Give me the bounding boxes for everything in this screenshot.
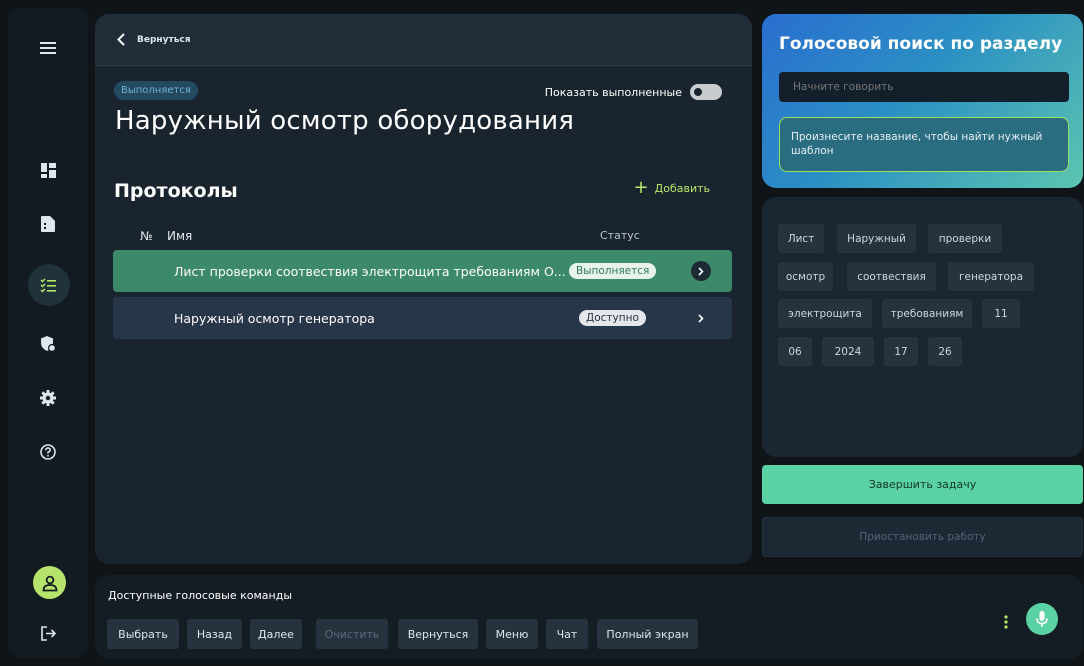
menu-icon[interactable] <box>8 28 88 68</box>
task-status-badge: Выполняется <box>114 81 198 100</box>
user-avatar[interactable] <box>33 566 66 599</box>
chevron-right-icon <box>698 266 704 276</box>
logout-icon[interactable] <box>8 613 88 653</box>
command-menu-button[interactable]: Меню <box>486 619 538 649</box>
sidebar <box>8 8 88 658</box>
command-chat-button[interactable]: Чат <box>546 619 588 649</box>
microphone-button[interactable] <box>1026 603 1058 635</box>
more-options-button[interactable] <box>999 611 1013 633</box>
protocol-status-badge: Выполняется <box>569 263 657 279</box>
column-header-name: Имя <box>167 229 193 243</box>
chevron-left-icon <box>117 33 125 46</box>
protocol-name: Наружный осмотр генератора <box>174 310 375 326</box>
open-protocol-button[interactable] <box>691 261 711 281</box>
voice-search-hint: Произнесите название, чтобы найти нужный… <box>779 117 1069 172</box>
microphone-icon <box>1036 610 1048 627</box>
voice-commands-bar: Доступные голосовые команды Выбрать Наза… <box>95 575 1083 659</box>
top-bar: Вернуться <box>95 14 752 66</box>
command-fullscreen-button[interactable]: Полный экран <box>597 619 698 649</box>
command-select-button[interactable]: Выбрать <box>107 619 179 649</box>
command-next-button[interactable]: Далее <box>250 619 302 649</box>
open-protocol-button[interactable] <box>691 308 711 328</box>
keyword-tag[interactable]: электрощита <box>778 299 872 328</box>
keyword-tags-panel: Лист Наружный проверки осмотр соотвестви… <box>762 197 1083 457</box>
voice-search-title: Голосовой поиск по разделу <box>779 34 1063 54</box>
document-icon[interactable] <box>8 204 88 244</box>
add-protocol-label: Добавить <box>654 181 710 195</box>
command-return-button[interactable]: Вернуться <box>398 619 478 649</box>
chevron-right-icon <box>698 313 704 323</box>
back-button[interactable]: Вернуться <box>117 33 191 46</box>
protocols-title: Протоколы <box>114 180 238 202</box>
keyword-tag[interactable]: генератора <box>948 262 1034 291</box>
keyword-tag[interactable]: проверки <box>928 224 1002 253</box>
finish-task-button[interactable]: Завершить задачу <box>762 465 1083 504</box>
keyword-tag[interactable]: 26 <box>928 337 962 366</box>
dashboard-icon[interactable] <box>8 150 88 190</box>
pause-work-button[interactable]: Приостановить работу <box>762 517 1083 557</box>
add-protocol-button[interactable]: + Добавить <box>634 179 710 197</box>
column-header-number: № <box>140 229 153 243</box>
back-button-label: Вернуться <box>137 34 191 45</box>
keyword-tag[interactable]: Наружный <box>837 224 916 253</box>
user-icon <box>42 575 57 591</box>
show-done-toggle[interactable] <box>690 84 722 100</box>
keyword-tag[interactable]: 06 <box>778 337 812 366</box>
keyword-tag[interactable]: 2024 <box>822 337 874 366</box>
more-vertical-icon <box>1004 615 1008 629</box>
column-header-status: Статус <box>600 229 640 242</box>
shield-icon[interactable] <box>8 324 88 364</box>
page-title: Наружный осмотр оборудования <box>115 106 575 136</box>
keyword-tag[interactable]: осмотр <box>778 262 833 291</box>
help-icon[interactable] <box>8 432 88 472</box>
protocol-row[interactable]: Наружный осмотр генератора Доступно <box>113 297 732 339</box>
keyword-tag[interactable]: 11 <box>982 299 1020 328</box>
command-back-button[interactable]: Назад <box>187 619 242 649</box>
show-done-control: Показать выполненные <box>545 84 722 100</box>
protocol-status-badge: Доступно <box>579 310 646 326</box>
gear-icon[interactable] <box>8 378 88 418</box>
main-panel: Вернуться Выполняется Наружный осмотр об… <box>95 14 752 564</box>
voice-search-input[interactable] <box>779 72 1069 102</box>
keyword-tag[interactable]: Лист <box>778 224 824 253</box>
keyword-tag[interactable]: требованиям <box>882 299 972 328</box>
keyword-tag[interactable]: соотвествия <box>847 262 936 291</box>
plus-icon: + <box>633 177 649 198</box>
protocol-name: Лист проверки соотвествия электрощита тр… <box>174 263 566 279</box>
voice-commands-title: Доступные голосовые команды <box>108 589 292 602</box>
show-done-label: Показать выполненные <box>544 85 682 99</box>
command-clear-button[interactable]: Очистить <box>316 619 388 649</box>
protocol-row[interactable]: Лист проверки соотвествия электрощита тр… <box>113 250 732 292</box>
keyword-tag[interactable]: 17 <box>884 337 918 366</box>
voice-search-panel: Голосовой поиск по разделу Произнесите н… <box>762 14 1083 188</box>
checklist-icon[interactable] <box>8 264 88 306</box>
